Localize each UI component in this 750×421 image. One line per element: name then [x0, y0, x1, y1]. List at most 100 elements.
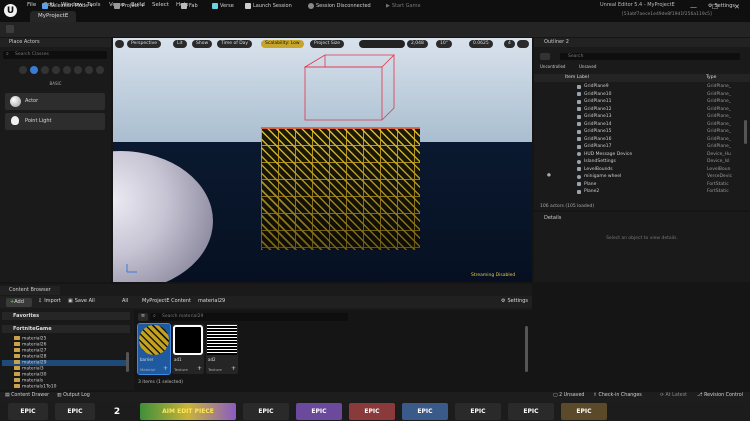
outliner-row[interactable]: GridPlane17 GridPlane_	[534, 143, 750, 151]
taskbar-app-epic[interactable]: EPIC	[455, 403, 501, 420]
outliner-row[interactable]: LevelBounds LevelBoun	[534, 166, 750, 174]
output-log-button[interactable]: ▥ Output Log	[57, 393, 90, 398]
folder-tree-scrollbar[interactable]	[126, 352, 129, 372]
revision-control-button[interactable]: ⎇ Revision Control	[697, 393, 743, 398]
taskbar-app-epic[interactable]: EPIC	[349, 403, 395, 420]
folder-item-selected[interactable]: material29	[2, 360, 126, 366]
visual-effects-filter-icon[interactable]	[63, 66, 71, 74]
tab-unsaved[interactable]: Unsaved	[579, 64, 596, 69]
menu-select[interactable]: Select	[152, 2, 169, 8]
outliner-row[interactable]: GridPlane9 GridPlane_	[534, 83, 750, 91]
tab-uncontrolled[interactable]: Uncontrolled	[540, 64, 565, 69]
camera-speed-button[interactable]: 4	[504, 40, 515, 48]
time-of-day-button[interactable]: Time of Day	[217, 40, 253, 48]
lights-filter-icon[interactable]	[41, 66, 49, 74]
lit-button[interactable]: Lit	[173, 40, 187, 48]
project-size-button[interactable]: Project Size	[310, 40, 345, 48]
place-actors-tab[interactable]: Place Actors	[0, 38, 111, 47]
outliner-row[interactable]: GridPlane10 GridPlane_	[534, 91, 750, 99]
scalability-button[interactable]: Scalability: Low	[261, 40, 304, 48]
taskbar-app-aim-edit-piece[interactable]: AIM EDIT PIECE	[140, 403, 236, 420]
folder-item[interactable]: material30	[14, 372, 47, 378]
content-browser-tab[interactable]: Content Browser	[0, 286, 60, 295]
folder-item[interactable]: material28	[14, 354, 47, 360]
transform-tools[interactable]	[359, 40, 405, 48]
folder-item[interactable]: material25	[14, 336, 47, 342]
unreal-logo-icon[interactable]: U	[4, 4, 17, 17]
taskbar-app-epic[interactable]: EPIC	[296, 403, 342, 420]
asset-scrollbar[interactable]	[525, 326, 528, 372]
asset-tile-barrier[interactable]: barrier Material +	[137, 323, 171, 375]
level-viewport[interactable]: Perspective Lit Show Time of Day Scalabi…	[113, 38, 532, 282]
outliner-row[interactable]: Plane2 FortStatic	[534, 188, 750, 196]
basic-filter-icon[interactable]	[30, 66, 38, 74]
folder-item[interactable]: material26	[14, 342, 47, 348]
hamburger-menu-icon[interactable]	[115, 40, 124, 48]
item-label-header[interactable]: Item Label	[565, 75, 589, 80]
recent-filter-icon[interactable]	[19, 66, 27, 74]
maximize-viewport-icon[interactable]	[517, 40, 529, 48]
outliner-row[interactable]: GridPlane13 GridPlane_	[534, 113, 750, 121]
outliner-row[interactable]: Plane FortStatic	[534, 181, 750, 189]
asset-tile-ad1[interactable]: ad1 Texture +	[172, 324, 204, 374]
point-light-item[interactable]	[5, 113, 105, 130]
folder-item[interactable]: material27	[14, 348, 47, 354]
content-settings-button[interactable]: ⚙ Settings	[501, 298, 528, 304]
taskbar-app-epic[interactable]: EPIC	[55, 403, 95, 420]
import-button[interactable]: ⇩ Import	[38, 298, 61, 304]
folder-item[interactable]: material3	[14, 366, 44, 372]
all-classes-filter-icon[interactable]	[96, 66, 104, 74]
selection-mode-button[interactable]: Selection Mode ▾	[42, 3, 93, 9]
save-icon[interactable]	[6, 25, 14, 33]
asset-search-input[interactable]: Search material29	[150, 313, 348, 321]
menu-file[interactable]: File	[27, 2, 36, 8]
type-header[interactable]: Type	[706, 75, 716, 80]
cinematic-filter-icon[interactable]	[52, 66, 60, 74]
filter-icon[interactable]: ≡	[138, 313, 148, 321]
outliner-row[interactable]: GridPlane14 GridPlane_	[534, 121, 750, 129]
rotation-snap-button[interactable]: 10°	[436, 40, 452, 48]
eye-icon[interactable]: ●	[547, 173, 551, 178]
class-search-input[interactable]: Search Classes	[3, 51, 107, 59]
outliner-tab[interactable]: Outliner 2	[534, 38, 750, 47]
start-game-button[interactable]: ▶ Start Game	[386, 3, 421, 9]
taskbar-app-counter[interactable]: 2	[102, 403, 132, 420]
outliner-row[interactable]: GridPlane11 GridPlane_	[534, 98, 750, 106]
unsaved-indicator[interactable]: ▢ 2 Unsaved	[553, 393, 584, 398]
show-button[interactable]: Show	[192, 40, 213, 48]
add-button[interactable]: +Add	[6, 298, 32, 307]
path-all[interactable]: All	[122, 298, 128, 304]
outliner-row[interactable]: HUD Message Device Device_Hu	[534, 151, 750, 159]
path-project-content[interactable]: MyProjectE Content	[142, 298, 191, 304]
content-drawer-button[interactable]: ▤ Content Drawer	[5, 393, 49, 398]
outliner-scrollbar[interactable]	[744, 120, 747, 144]
outliner-row[interactable]: GridPlane15 GridPlane_	[534, 128, 750, 136]
outliner-search-input[interactable]: Search	[560, 53, 740, 60]
path-current-folder[interactable]: material29	[198, 298, 225, 304]
verse-button[interactable]: Verse	[212, 3, 234, 9]
settings-button[interactable]: ⚙ Settings	[708, 3, 735, 9]
favorites-section[interactable]: Favorites	[2, 312, 130, 320]
outliner-row[interactable]: GridPlane16 GridPlane_	[534, 136, 750, 144]
perspective-button[interactable]: Perspective	[127, 40, 162, 48]
taskbar-app-epic[interactable]: EPIC	[561, 403, 607, 420]
project-tab[interactable]: MyProjectE	[30, 11, 76, 22]
folder-item[interactable]: materials1To10	[14, 384, 56, 390]
taskbar-app-epic[interactable]: EPIC	[508, 403, 554, 420]
volumes-filter-icon[interactable]	[85, 66, 93, 74]
grid-snap-button[interactable]: 2,048	[407, 40, 428, 48]
save-all-button[interactable]: ▣ Save All	[68, 298, 95, 304]
outliner-row[interactable]: GridPlane12 GridPlane_	[534, 106, 750, 114]
geometry-filter-icon[interactable]	[74, 66, 82, 74]
project-button[interactable]: Project ▾	[114, 3, 144, 9]
outliner-row[interactable]: IslandSettings Device_Isl	[534, 158, 750, 166]
fortnitegame-section[interactable]: FortniteGame	[2, 325, 130, 333]
outliner-add-button[interactable]	[540, 53, 550, 60]
launch-session-button[interactable]: Launch Session	[245, 3, 292, 9]
minimize-icon[interactable]: —	[690, 3, 697, 11]
fab-button[interactable]: Fab	[181, 3, 198, 9]
outliner-row[interactable]: ● minigame wheel VerseDevic	[534, 173, 750, 181]
taskbar-app-epic[interactable]: EPIC	[243, 403, 289, 420]
details-tab[interactable]: Details	[534, 214, 750, 223]
taskbar-app-epic[interactable]: EPIC	[402, 403, 448, 420]
